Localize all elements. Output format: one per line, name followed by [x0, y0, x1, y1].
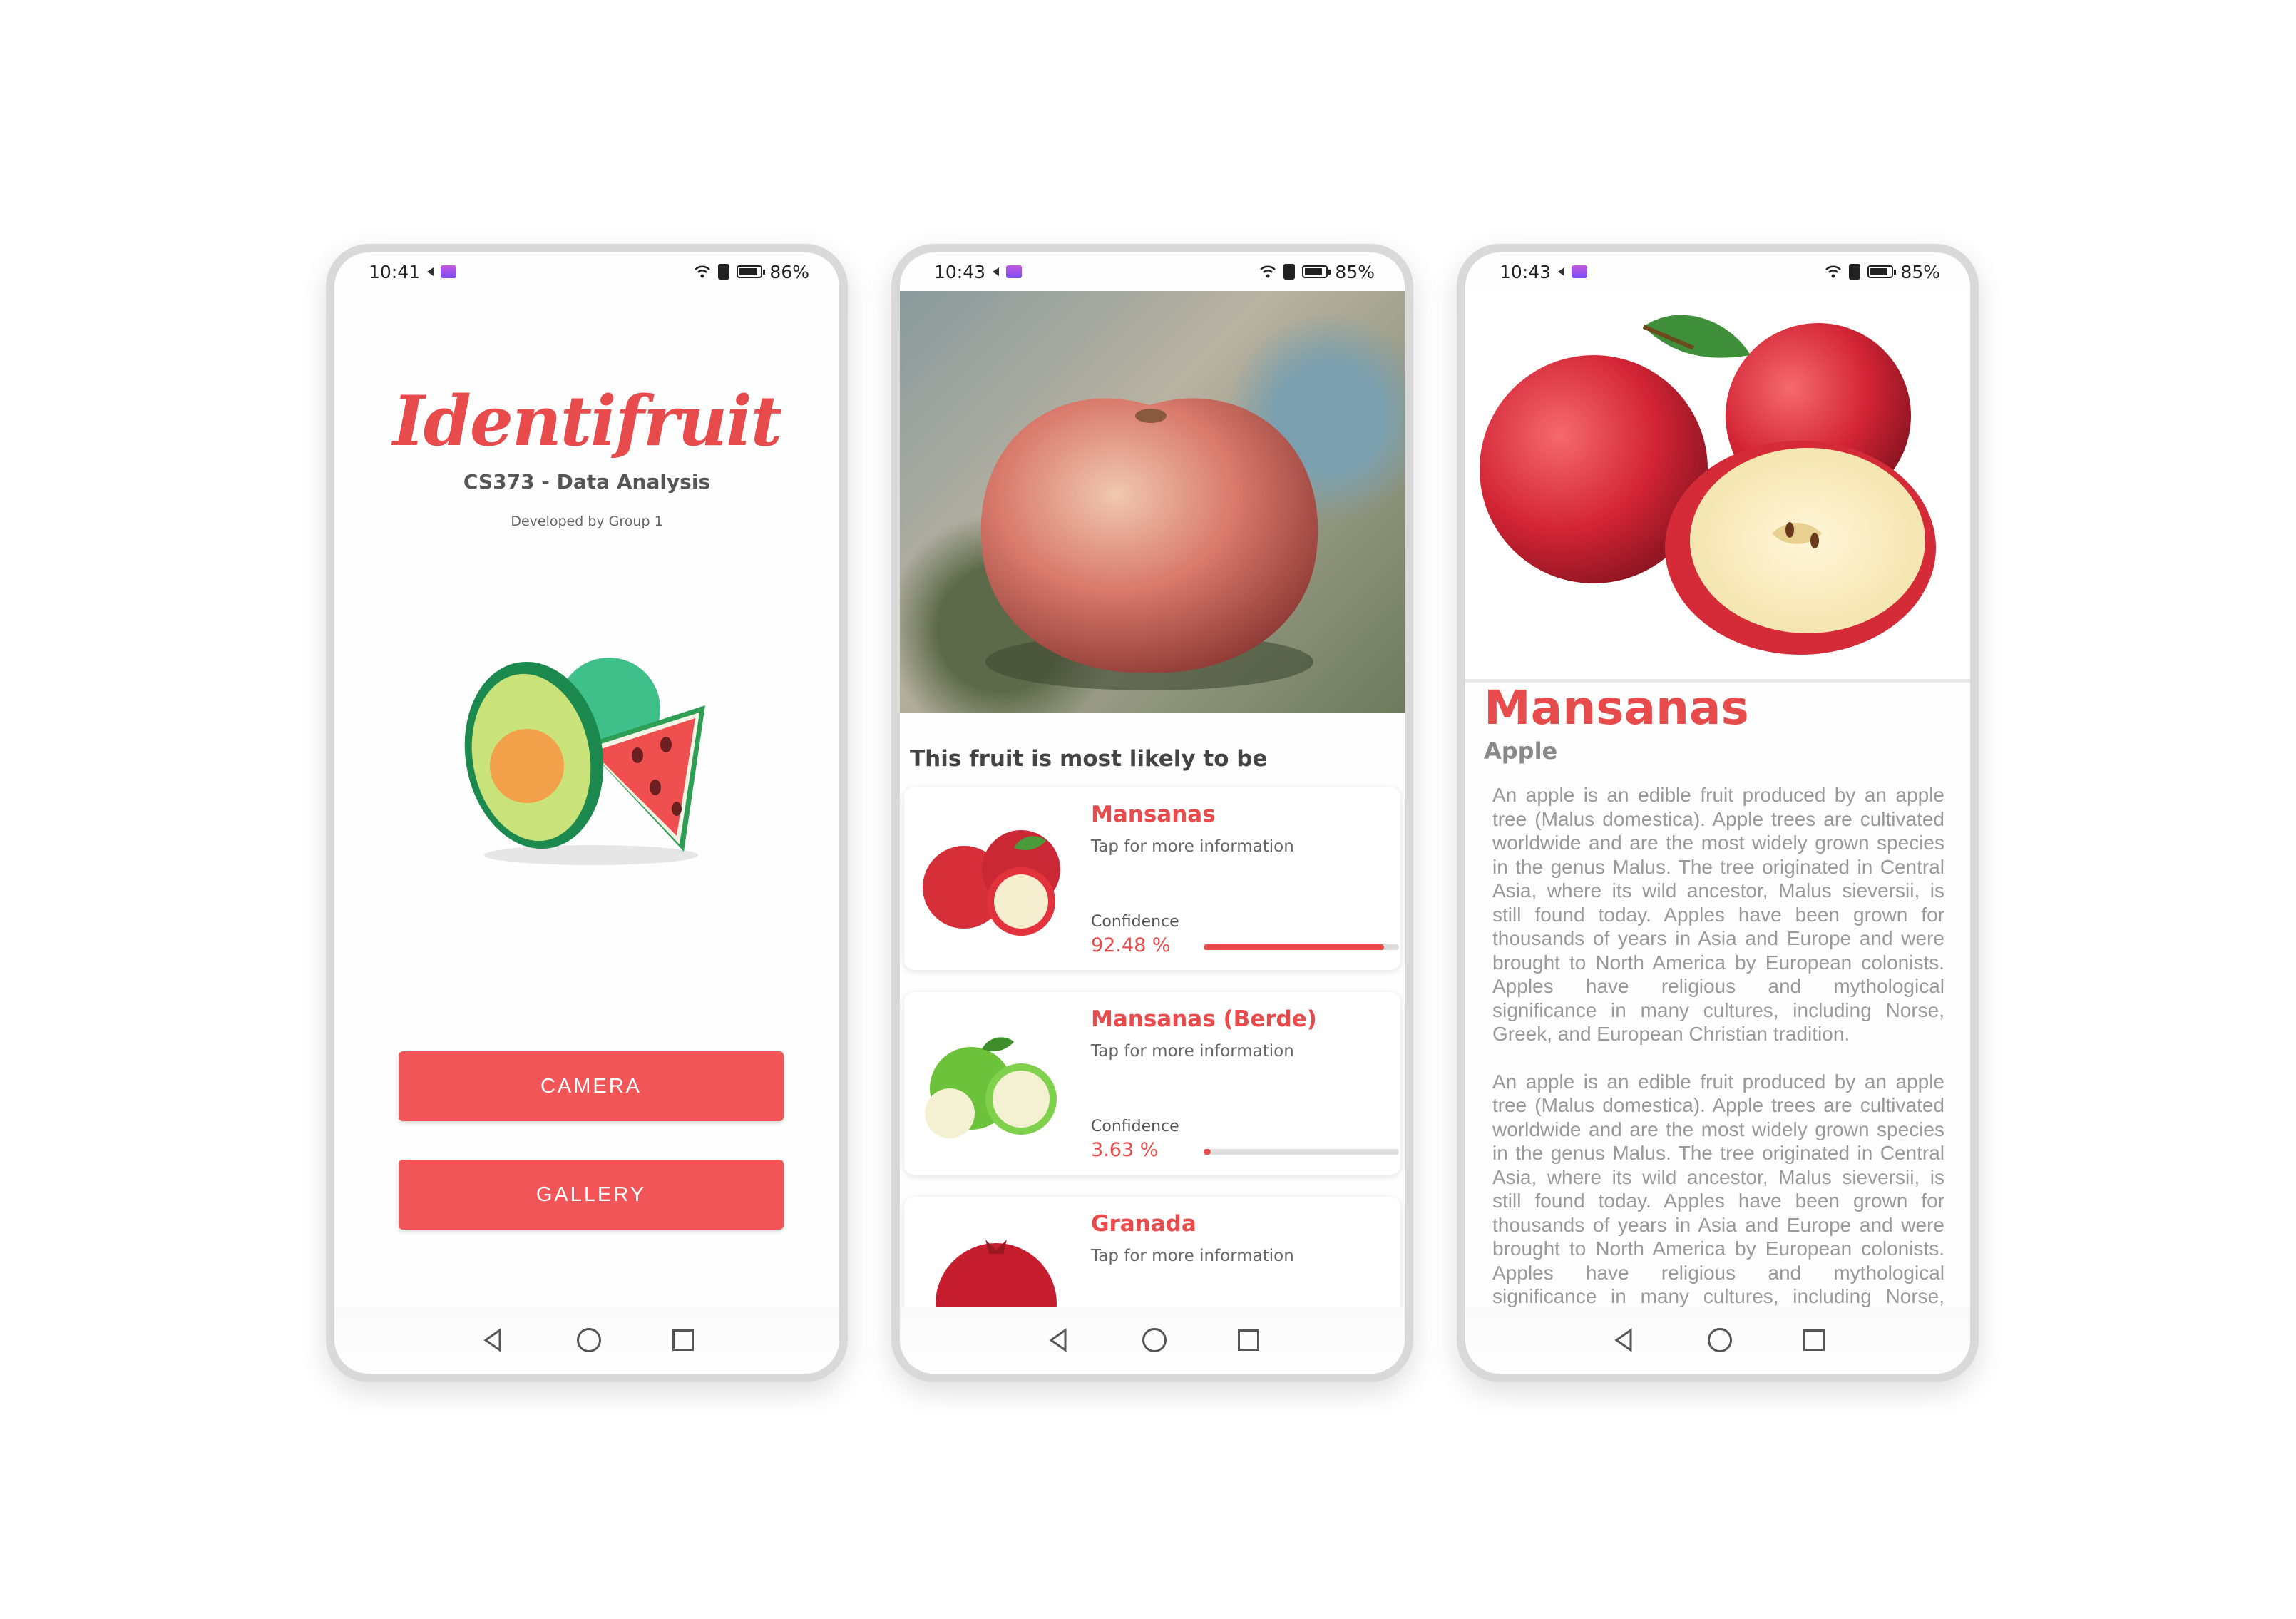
result-hint: Tap for more information — [1091, 1042, 1294, 1061]
status-time: 10:43 — [1500, 261, 1552, 282]
app-title: Identifruit — [392, 381, 782, 461]
confidence-label: Confidence — [1091, 1118, 1179, 1135]
home-icon[interactable] — [1142, 1328, 1167, 1352]
developer-credit: Developed by Group 1 — [511, 514, 663, 529]
app-subtitle: CS373 - Data Analysis — [463, 470, 711, 494]
status-bar: 10:41 86% — [334, 252, 839, 291]
fruit-english-name: Apple — [1484, 737, 1558, 765]
result-hint: Tap for more information — [1091, 1247, 1294, 1265]
captured-fruit-photo — [900, 291, 1405, 713]
red-apple-thumbnail — [923, 830, 1060, 936]
wifi-icon — [695, 265, 711, 278]
battery-icon — [737, 265, 766, 278]
volume-icon — [1558, 267, 1565, 276]
confidence-bar — [1204, 944, 1399, 950]
result-card-mansanas-berde[interactable]: Mansanas (Berde) Tap for more informatio… — [904, 992, 1400, 1175]
confidence-bar — [1204, 1149, 1399, 1155]
home-icon[interactable] — [577, 1328, 601, 1352]
gallery-notification-icon — [1572, 265, 1588, 278]
navigation-bar — [334, 1307, 839, 1374]
fruit-hero-image — [1465, 291, 1970, 683]
status-bar: 10:43 85% — [900, 252, 1405, 291]
apple-photo-illustration — [980, 398, 1318, 690]
volume-icon — [993, 267, 1000, 276]
sim-icon — [1283, 264, 1296, 280]
camera-button[interactable]: CAMERA — [399, 1051, 784, 1121]
result-heading: This fruit is most likely to be — [910, 746, 1268, 772]
battery-icon — [1867, 265, 1897, 278]
results-screen: 10:43 85% This fruit is most likely to b… — [891, 244, 1413, 1382]
wifi-icon — [1825, 265, 1842, 278]
battery-fill — [1305, 268, 1323, 275]
back-icon[interactable] — [480, 1327, 506, 1353]
result-name: Granada — [1091, 1211, 1196, 1237]
navigation-bar — [900, 1307, 1405, 1374]
navigation-bar — [1465, 1307, 1970, 1374]
battery-fill — [1870, 268, 1888, 275]
apple-illustration — [1480, 315, 1936, 655]
sim-icon — [1849, 264, 1861, 280]
result-hint: Tap for more information — [1091, 837, 1294, 856]
confidence-bar-fill — [1204, 944, 1385, 950]
status-time: 10:41 — [369, 261, 421, 282]
battery-icon — [1302, 265, 1331, 278]
confidence-bar-fill — [1204, 1149, 1211, 1155]
sim-icon — [718, 264, 730, 280]
wifi-icon — [1260, 265, 1276, 278]
back-icon[interactable] — [1045, 1327, 1071, 1353]
description-paragraph: An apple is an edible fruit produced by … — [1492, 784, 1944, 1045]
detail-screen: 10:43 85% Mansanas Apple An apple is an … — [1457, 244, 1979, 1382]
confidence-value: 92.48 % — [1091, 934, 1171, 956]
result-name: Mansanas — [1091, 802, 1216, 827]
gallery-notification-icon — [441, 265, 457, 278]
description-paragraph: An apple is an edible fruit produced by … — [1492, 1070, 1944, 1307]
home-icon[interactable] — [1708, 1328, 1732, 1352]
home-screen: 10:41 86% Identifruit CS373 - Data Analy… — [326, 244, 848, 1382]
status-time: 10:43 — [934, 261, 986, 282]
battery-percent: 85% — [1335, 261, 1375, 282]
fruit-description: An apple is an edible fruit produced by … — [1492, 783, 1944, 1307]
status-bar: 10:43 85% — [1465, 252, 1970, 291]
result-name: Mansanas (Berde) — [1091, 1006, 1317, 1032]
recents-icon[interactable] — [1238, 1329, 1259, 1351]
back-icon[interactable] — [1611, 1327, 1636, 1353]
gallery-button[interactable]: GALLERY — [399, 1160, 784, 1230]
confidence-value: 3.63 % — [1091, 1139, 1159, 1161]
battery-fill — [739, 268, 757, 275]
result-card-mansanas[interactable]: Mansanas Tap for more information Confid… — [904, 787, 1400, 970]
fruit-name: Mansanas — [1484, 680, 1749, 735]
battery-percent: 85% — [1900, 261, 1940, 282]
gallery-notification-icon — [1006, 265, 1023, 278]
battery-percent: 86% — [769, 261, 809, 282]
recents-icon[interactable] — [672, 1329, 694, 1351]
confidence-label: Confidence — [1091, 913, 1179, 931]
fruit-illustration — [464, 658, 705, 865]
volume-icon — [427, 267, 434, 276]
recents-icon[interactable] — [1803, 1329, 1825, 1351]
green-apple-thumbnail — [925, 1037, 1057, 1138]
